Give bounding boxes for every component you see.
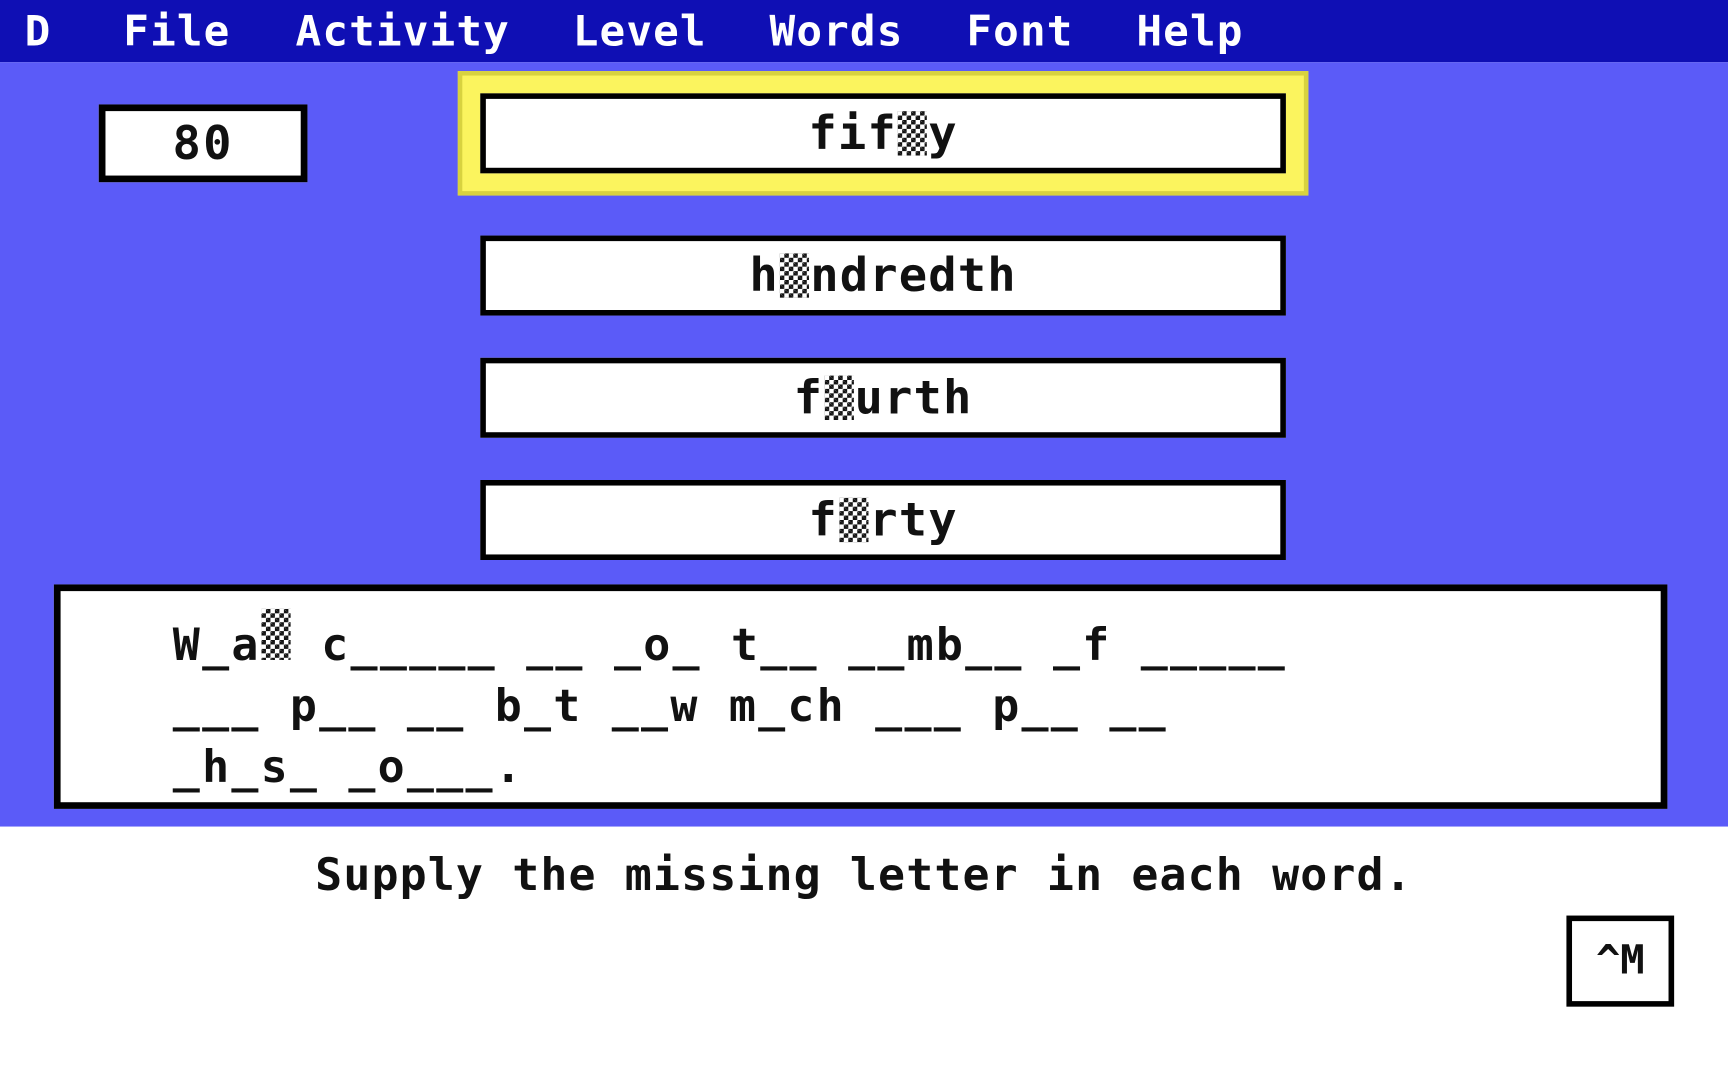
playfield: 80 fif y h ndredth f urth f rty W_a c_____ _… [0,62,1728,827]
missing-letter-block-icon [897,111,928,156]
word-choice-button-1[interactable]: fif y [480,93,1286,174]
score-value: 80 [172,115,234,171]
word-suffix-4: rty [869,492,958,547]
word-choice-label-3: f urth [794,374,973,421]
return-key-button[interactable]: ^M [1566,915,1675,1007]
menu-item-font[interactable]: Font [966,10,1073,52]
sentence-line-1-after: c_____ __ _o_ t__ __mb__ _f _____ [292,620,1288,672]
return-key-label: ^M [1595,937,1645,984]
word-choice-button-2[interactable]: h ndredth [480,235,1286,316]
missing-letter-block-icon [261,608,291,661]
word-choice-button-3[interactable]: f urth [480,357,1286,438]
sentence-line-3: _h_s_ _o___. [172,742,524,794]
app-screen: D File Activity Level Words Font Help 80… [0,0,1728,1080]
missing-letter-block-icon [780,253,810,298]
word-suffix-2: ndredth [810,247,1017,303]
word-prefix-3: f [793,370,824,425]
word-prefix-2: h [749,247,779,303]
instruction-text: Supply the missing letter in each word. [315,850,1413,902]
menu-bar: D File Activity Level Words Font Help [0,0,1728,63]
word-suffix-1: y [928,105,958,160]
missing-letter-block-icon [824,375,854,421]
word-choice-label-4: f rty [808,492,958,547]
menu-item-level[interactable]: Level [573,10,707,52]
word-choice-button-4[interactable]: f rty [480,480,1286,560]
missing-letter-block-icon [838,497,869,543]
word-prefix-1: fif [808,105,897,160]
word-choice-label-2: h ndredth [749,252,1016,299]
menu-item-d[interactable]: D [25,10,52,52]
sentence-line-2: ___ p__ __ b_t __w m_ch ___ p__ __ [172,681,1168,733]
sentence-line-1: W_a c_____ __ _o_ t__ __mb__ _f _____ [172,608,1661,677]
sentence-line-1-before: W_a [172,620,261,672]
sentence-panel[interactable]: W_a c_____ __ _o_ t__ __mb__ _f _____ __… [53,584,1668,809]
menu-item-words[interactable]: Words [770,10,904,52]
menu-item-help[interactable]: Help [1136,10,1243,52]
word-prefix-4: f [808,492,838,547]
menu-item-activity[interactable]: Activity [296,10,510,52]
word-choice-label-1: fif y [808,105,958,160]
word-suffix-3: urth [854,370,973,425]
footer: Supply the missing letter in each word. … [0,826,1728,1080]
menu-item-file[interactable]: File [123,10,230,52]
score-box: 80 [98,104,308,183]
